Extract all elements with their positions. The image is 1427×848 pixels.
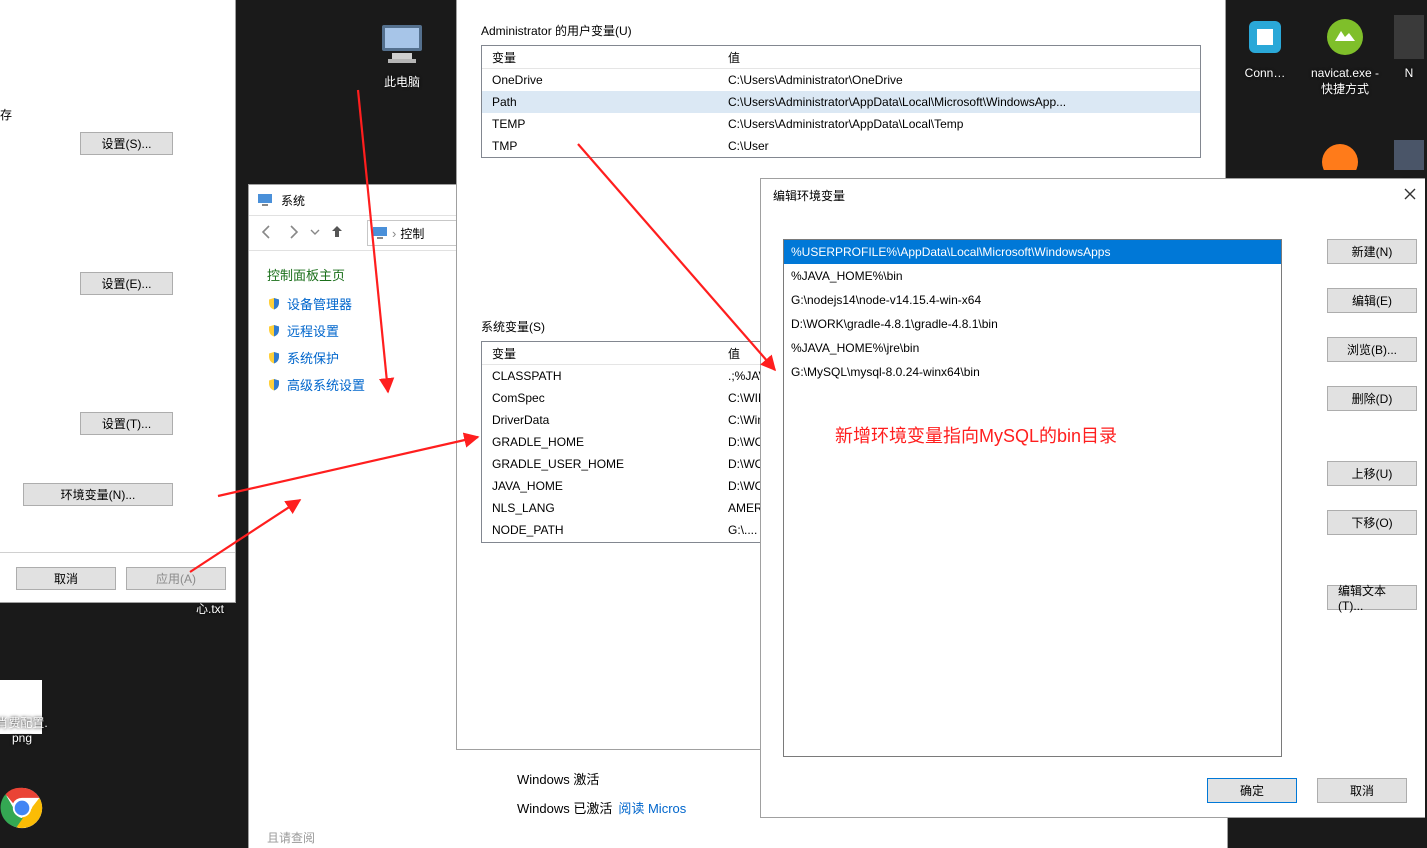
cancel-button[interactable]: 取消 xyxy=(16,567,116,590)
var-name: ComSpec xyxy=(482,391,718,405)
var-value: C:\User xyxy=(718,139,1200,153)
path-entry[interactable]: G:\MySQL\mysql-8.0.24-winx64\bin xyxy=(784,360,1281,384)
desktop-icon-label-l2: 快捷方式 xyxy=(1300,80,1390,97)
desktop-icon-label-l1: navicat.exe - xyxy=(1300,66,1390,80)
settings-t-button[interactable]: 设置(T)... xyxy=(80,412,173,435)
control-panel-link[interactable]: 设备管理器 xyxy=(267,294,431,313)
col-header-var[interactable]: 变量 xyxy=(482,345,718,362)
generic-app-icon xyxy=(1394,15,1424,62)
up-button[interactable] xyxy=(327,222,347,245)
var-name: JAVA_HOME xyxy=(482,479,718,493)
navicat-icon xyxy=(1300,15,1390,62)
computer-icon xyxy=(372,224,388,243)
var-name: DriverData xyxy=(482,413,718,427)
window-title: 系统 xyxy=(281,192,305,209)
move-down-button[interactable]: 下移(O) xyxy=(1327,510,1417,535)
control-panel-link[interactable]: 高级系统设置 xyxy=(267,375,431,394)
desktop-icon-png[interactable]: 肖费配置. png xyxy=(0,714,62,745)
env-vars-button[interactable]: 环境变量(N)... xyxy=(23,483,173,506)
label-save: 存 xyxy=(0,106,12,123)
recent-dropdown[interactable] xyxy=(309,222,321,245)
table-row[interactable]: PathC:\Users\Administrator\AppData\Local… xyxy=(482,91,1200,113)
user-vars-heading: Administrator 的用户变量(U) xyxy=(481,22,1201,39)
link-label: 设备管理器 xyxy=(287,294,352,313)
shield-icon xyxy=(267,297,281,311)
var-name: GRADLE_HOME xyxy=(482,435,718,449)
edit-text-button[interactable]: 编辑文本(T)... xyxy=(1327,585,1417,610)
path-listbox[interactable]: %USERPROFILE%\AppData\Local\Microsoft\Wi… xyxy=(783,239,1282,757)
windows-activation-heading: Windows 激活 xyxy=(517,769,686,788)
path-entry[interactable]: D:\WORK\gradle-4.8.1\gradle-4.8.1\bin xyxy=(784,312,1281,336)
desktop-icon-label-l2: png xyxy=(0,731,62,745)
path-entry[interactable]: %JAVA_HOME%\jre\bin xyxy=(784,336,1281,360)
move-up-button[interactable]: 上移(U) xyxy=(1327,461,1417,486)
control-panel-link[interactable]: 远程设置 xyxy=(267,321,431,340)
close-button[interactable] xyxy=(1403,187,1417,204)
user-vars-table[interactable]: 变量 值 OneDriveC:\Users\Administrator\OneD… xyxy=(481,45,1201,158)
var-name: NLS_LANG xyxy=(482,501,718,515)
var-name: OneDrive xyxy=(482,73,718,87)
recent-label: 且请查阅 xyxy=(267,829,315,846)
var-name: CLASSPATH xyxy=(482,369,718,383)
col-header-var[interactable]: 变量 xyxy=(482,49,718,66)
shield-icon xyxy=(267,324,281,338)
apply-button[interactable]: 应用(A) xyxy=(126,567,226,590)
desktop-icon-this-pc[interactable]: 此电脑 xyxy=(362,22,442,90)
desktop-icon-n[interactable]: N xyxy=(1394,15,1424,80)
computer-icon xyxy=(362,22,442,69)
var-name: TEMP xyxy=(482,117,718,131)
path-entry[interactable]: %JAVA_HOME%\bin xyxy=(784,264,1281,288)
var-value: C:\Users\Administrator\AppData\Local\Tem… xyxy=(718,117,1200,131)
settings-e-button[interactable]: 设置(E)... xyxy=(80,272,173,295)
dialog-title: 编辑环境变量 xyxy=(773,187,845,204)
settings-s-button[interactable]: 设置(S)... xyxy=(80,132,173,155)
generic-app-icon xyxy=(1300,140,1380,173)
system-icon xyxy=(257,191,273,210)
path-entry[interactable]: G:\nodejs14\node-v14.15.4-win-x64 xyxy=(784,288,1281,312)
chrome-icon[interactable] xyxy=(0,786,44,833)
var-value: C:\Users\Administrator\AppData\Local\Mic… xyxy=(718,95,1200,109)
desktop-icon-label: 此电脑 xyxy=(362,73,442,90)
shield-icon xyxy=(267,378,281,392)
table-row[interactable]: TMPC:\User xyxy=(482,135,1200,157)
delete-button[interactable]: 删除(D) xyxy=(1327,386,1417,411)
table-row[interactable]: TEMPC:\Users\Administrator\AppData\Local… xyxy=(482,113,1200,135)
var-name: Path xyxy=(482,95,718,109)
desktop-icon-label: Conn… xyxy=(1225,66,1305,80)
back-button[interactable] xyxy=(257,222,277,245)
browse-button[interactable]: 浏览(B)... xyxy=(1327,337,1417,362)
control-panel-link[interactable]: 系统保护 xyxy=(267,348,431,367)
desktop-icon-label: N xyxy=(1394,66,1424,80)
path-entry[interactable]: %USERPROFILE%\AppData\Local\Microsoft\Wi… xyxy=(784,240,1281,264)
var-name: NODE_PATH xyxy=(482,523,718,537)
breadcrumb-item[interactable]: 控制 xyxy=(400,225,424,242)
table-row[interactable]: OneDriveC:\Users\Administrator\OneDrive xyxy=(482,69,1200,91)
generic-app-icon xyxy=(1394,140,1424,173)
edit-button[interactable]: 编辑(E) xyxy=(1327,288,1417,313)
link-label: 远程设置 xyxy=(287,321,339,340)
chevron-right-icon: › xyxy=(392,226,396,241)
desktop-icon-orange[interactable] xyxy=(1300,140,1380,177)
windows-activation-link[interactable]: 阅读 Micros xyxy=(618,798,686,817)
edit-env-var-dialog: 编辑环境变量 %USERPROFILE%\AppData\Local\Micro… xyxy=(760,178,1425,818)
desktop-icon-conn[interactable]: Conn… xyxy=(1225,15,1305,80)
desktop-icon-navicat[interactable]: navicat.exe - 快捷方式 xyxy=(1300,15,1390,97)
ok-button[interactable]: 确定 xyxy=(1207,778,1297,803)
new-button[interactable]: 新建(N) xyxy=(1327,239,1417,264)
cancel-button[interactable]: 取消 xyxy=(1317,778,1407,803)
forward-button[interactable] xyxy=(283,222,303,245)
shield-icon xyxy=(267,351,281,365)
var-name: TMP xyxy=(482,139,718,153)
desktop-icon-label-l1: 肖费配置. xyxy=(0,714,62,731)
system-properties-dialog: 存 设置(S)... 设置(E)... 设置(T)... 环境变量(N)... … xyxy=(0,0,236,603)
col-header-val[interactable]: 值 xyxy=(718,49,1200,66)
annotation-text: 新增环境变量指向MySQL的bin目录 xyxy=(835,422,1117,448)
control-panel-home[interactable]: 控制面板主页 xyxy=(267,265,431,284)
generic-app-icon xyxy=(1225,15,1305,62)
var-value: C:\Users\Administrator\OneDrive xyxy=(718,73,1200,87)
windows-activation-text: Windows 已激活 xyxy=(517,798,612,817)
var-name: GRADLE_USER_HOME xyxy=(482,457,718,471)
link-label: 高级系统设置 xyxy=(287,375,365,394)
link-label: 系统保护 xyxy=(287,348,339,367)
